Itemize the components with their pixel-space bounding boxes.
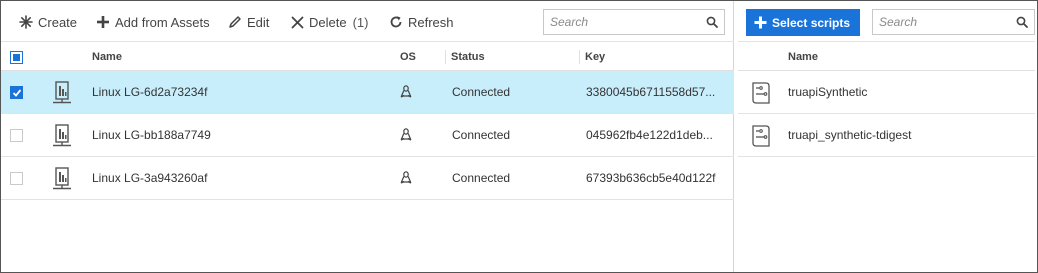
search-icon[interactable]	[1016, 16, 1028, 28]
select-scripts-button[interactable]: Select scripts	[746, 9, 860, 36]
row-status: Connected	[452, 171, 511, 185]
refresh-label: Refresh	[408, 14, 454, 30]
edit-label: Edit	[247, 14, 270, 30]
load-generators-pane: Create Add from Assets Edit Delete (1) R…	[1, 1, 734, 272]
linux-icon	[400, 171, 412, 184]
add-from-assets-label: Add from Assets	[115, 14, 210, 30]
load-generator-icon	[53, 81, 71, 104]
toolbar: Create Add from Assets Edit Delete (1) R…	[1, 1, 734, 42]
delete-label: Delete	[309, 14, 347, 30]
column-header-script-name[interactable]: Name	[788, 51, 818, 63]
script-row[interactable]: truapiSynthetic	[738, 71, 1035, 114]
scripts-grid-header: Name	[738, 42, 1035, 71]
search-box	[543, 9, 725, 35]
scripts-toolbar: Select scripts	[738, 1, 1035, 42]
column-header-key[interactable]: Key	[585, 51, 605, 63]
asterisk-icon	[19, 15, 33, 29]
column-divider	[445, 50, 446, 64]
row-checkbox[interactable]	[10, 172, 23, 185]
row-checkbox[interactable]	[10, 86, 23, 99]
plus-icon	[754, 16, 767, 29]
row-name: Linux LG-3a943260af	[92, 171, 208, 185]
row-checkbox[interactable]	[10, 129, 23, 142]
grid-header: Name OS Status Key	[1, 42, 734, 71]
row-name: Linux LG-bb188a7749	[92, 128, 211, 142]
column-header-name[interactable]: Name	[92, 51, 122, 63]
scripts-pane: Select scripts Name truapiSynthetic	[738, 1, 1035, 272]
linux-icon	[400, 85, 412, 98]
edit-button[interactable]: Edit	[228, 13, 269, 31]
column-header-os[interactable]: OS	[400, 51, 416, 63]
column-divider	[579, 50, 580, 64]
close-icon	[291, 16, 304, 28]
checkmark-icon	[12, 89, 22, 97]
table-row[interactable]: Linux LG-6d2a73234f Connected 3380045b67…	[1, 71, 734, 114]
plus-icon	[97, 16, 109, 28]
scripts-search-input[interactable]	[873, 10, 1034, 34]
row-status: Connected	[452, 128, 511, 142]
script-row[interactable]: truapi_synthetic-tdigest	[738, 114, 1035, 157]
script-name: truapi_synthetic-tdigest	[788, 128, 912, 142]
row-key: 67393b636cb5e40d122f	[586, 171, 716, 185]
pencil-icon	[229, 16, 241, 28]
table-row[interactable]: Linux LG-bb188a7749 Connected 045962fb4e…	[1, 114, 734, 157]
script-icon	[752, 125, 770, 147]
linux-icon	[400, 128, 412, 141]
refresh-button[interactable]: Refresh	[389, 13, 454, 31]
table-row[interactable]: Linux LG-3a943260af Connected 67393b636c…	[1, 157, 734, 200]
select-scripts-label: Select scripts	[772, 15, 851, 30]
search-icon[interactable]	[706, 16, 718, 28]
row-key: 3380045b6711558d57...	[586, 85, 716, 99]
create-label: Create	[38, 14, 78, 30]
load-generator-icon	[53, 167, 71, 190]
refresh-icon	[390, 16, 402, 28]
delete-count: (1)	[352, 14, 369, 30]
add-from-assets-button[interactable]: Add from Assets	[96, 13, 210, 31]
load-generator-icon	[53, 124, 71, 147]
row-key: 045962fb4e122d1deb...	[586, 128, 713, 142]
column-header-status[interactable]: Status	[451, 51, 485, 63]
script-name: truapiSynthetic	[788, 85, 868, 99]
create-button[interactable]: Create	[19, 13, 77, 31]
script-icon	[752, 82, 770, 104]
select-all-checkbox[interactable]	[10, 51, 23, 64]
scripts-search-box	[872, 9, 1035, 35]
search-input[interactable]	[544, 10, 724, 34]
delete-button[interactable]: Delete (1)	[291, 13, 368, 31]
row-status: Connected	[452, 85, 511, 99]
row-name: Linux LG-6d2a73234f	[92, 85, 208, 99]
